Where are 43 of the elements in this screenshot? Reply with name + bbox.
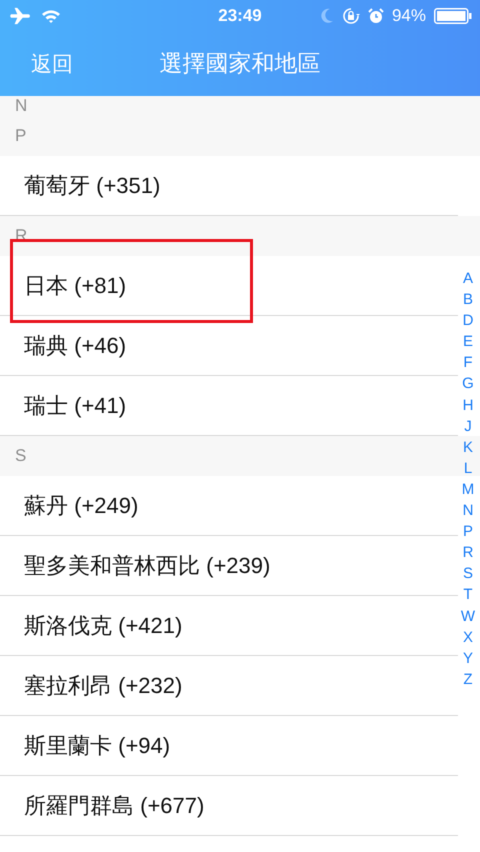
index-letter[interactable]: L xyxy=(464,458,472,479)
index-letter[interactable]: B xyxy=(462,289,473,310)
index-letter[interactable]: Z xyxy=(463,668,473,690)
country-item[interactable]: 葡萄牙 (+351) xyxy=(24,170,160,200)
rotation-lock-icon xyxy=(342,7,360,25)
index-letter[interactable]: R xyxy=(462,542,474,564)
index-letter[interactable]: D xyxy=(462,310,474,332)
airplane-icon xyxy=(9,7,31,25)
battery-icon xyxy=(434,8,472,24)
index-letter[interactable]: H xyxy=(462,394,474,416)
country-item[interactable]: 斯洛伐克 (+421) xyxy=(24,610,182,640)
status-time: 23:49 xyxy=(218,6,262,26)
index-letter[interactable]: N xyxy=(462,500,474,522)
index-letter[interactable]: T xyxy=(463,584,473,606)
section-header: S xyxy=(15,446,26,466)
index-letter[interactable]: A xyxy=(462,268,473,290)
country-item[interactable]: 斯里蘭卡 (+94) xyxy=(24,730,170,760)
country-item[interactable]: 聖多美和普林西比 (+239) xyxy=(24,550,270,580)
country-item[interactable]: 日本 (+81) xyxy=(24,270,126,300)
battery-percent: 94% xyxy=(392,6,426,26)
index-letter[interactable]: E xyxy=(462,331,473,352)
section-header: N xyxy=(15,96,28,116)
country-item[interactable]: 塞拉利昂 (+232) xyxy=(24,670,182,700)
index-letter[interactable]: W xyxy=(460,606,476,627)
index-letter[interactable]: Y xyxy=(462,648,473,669)
wifi-icon xyxy=(41,8,61,24)
index-letter[interactable]: K xyxy=(462,436,473,458)
page-title: 選擇國家和地區 xyxy=(160,49,320,78)
index-letter[interactable]: P xyxy=(462,521,473,542)
index-letter[interactable]: J xyxy=(464,416,472,437)
country-item[interactable]: 蘇丹 (+249) xyxy=(24,490,138,520)
alarm-icon xyxy=(368,8,384,24)
back-button[interactable]: 返回 xyxy=(31,50,73,78)
index-letter[interactable]: S xyxy=(462,563,473,584)
index-letter[interactable]: F xyxy=(463,352,473,374)
country-item[interactable]: 瑞士 (+41) xyxy=(24,390,126,420)
country-item[interactable]: 瑞典 (+46) xyxy=(24,330,126,360)
section-header: P xyxy=(15,126,26,146)
index-letter[interactable]: M xyxy=(462,478,474,500)
index-letter[interactable]: G xyxy=(462,373,474,395)
country-item[interactable]: 所羅門群島 (+677) xyxy=(24,790,204,820)
index-letter[interactable]: X xyxy=(462,626,473,648)
moon-icon xyxy=(320,8,334,24)
